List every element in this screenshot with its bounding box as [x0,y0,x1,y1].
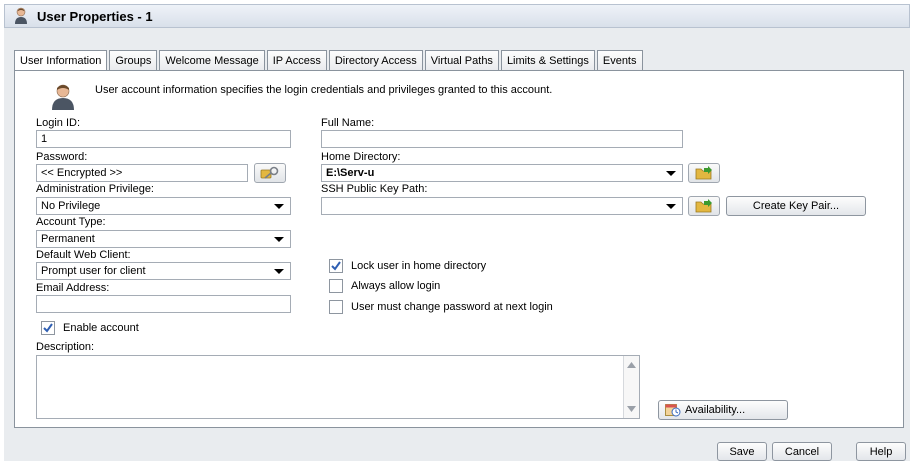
login-id-label: Login ID: [36,117,81,129]
ssh-key-path-label: SSH Public Key Path: [321,183,428,195]
admin-privilege-select[interactable]: No Privilege [36,197,291,215]
create-key-pair-button[interactable]: Create Key Pair... [726,196,866,216]
must-change-password-row[interactable]: User must change password at next login [329,300,553,314]
lock-home-checkbox[interactable] [329,259,343,273]
tab-groups[interactable]: Groups [109,50,158,71]
tab-welcome-message[interactable]: Welcome Message [159,50,265,71]
always-allow-label: Always allow login [351,280,441,292]
web-client-select[interactable]: Prompt user for client [36,262,291,280]
description-scrollbar[interactable] [623,356,639,418]
tab-strip: User Information Groups Welcome Message … [14,50,645,72]
web-client-label: Default Web Client: [36,249,131,261]
email-input[interactable] [36,295,291,313]
home-directory-label: Home Directory: [321,151,401,163]
admin-privilege-value: No Privilege [41,200,101,212]
chevron-down-icon [666,171,676,176]
full-name-label: Full Name: [321,117,375,129]
chevron-down-icon [274,269,284,274]
login-id-input[interactable] [36,130,291,148]
home-directory-select[interactable]: E:\Serv-u [321,164,683,182]
scroll-down-icon[interactable] [627,406,636,412]
enable-account-label: Enable account [63,322,139,334]
user-icon [52,84,74,110]
user-icon [15,7,27,24]
tab-ip-access[interactable]: IP Access [266,50,327,71]
browse-home-directory-button[interactable] [688,163,720,183]
always-allow-checkbox[interactable] [329,279,343,293]
scroll-up-icon[interactable] [627,362,636,368]
admin-privilege-label: Administration Privilege: [36,183,154,195]
email-label: Email Address: [36,282,110,294]
title-bar: User Properties - 1 [4,4,910,28]
folder-icon [695,199,712,213]
ssh-key-path-select[interactable] [321,197,683,215]
info-text: User account information specifies the l… [95,84,553,96]
save-button[interactable]: Save [717,442,767,461]
account-type-label: Account Type: [36,216,106,228]
must-change-password-label: User must change password at next login [351,301,553,313]
home-directory-value: E:\Serv-u [326,167,375,179]
password-label: Password: [36,151,88,163]
checkmark-icon [43,323,53,333]
chevron-down-icon [274,204,284,209]
browse-ssh-key-button[interactable] [688,196,720,216]
password-input[interactable] [36,164,248,182]
availability-button[interactable]: Availability... [658,400,788,420]
account-type-value: Permanent [41,233,95,245]
chevron-down-icon [274,237,284,242]
generate-password-button[interactable] [254,163,286,183]
help-button[interactable]: Help [856,442,906,461]
enable-account-row[interactable]: Enable account [41,321,139,335]
always-allow-row[interactable]: Always allow login [329,279,440,293]
description-label: Description: [36,341,95,353]
calendar-clock-icon [665,404,681,417]
tab-directory-access[interactable]: Directory Access [328,50,423,71]
must-change-password-checkbox[interactable] [329,300,343,314]
folder-icon [695,166,712,180]
web-client-value: Prompt user for client [41,265,146,277]
full-name-input[interactable] [321,130,683,148]
tab-limits-settings[interactable]: Limits & Settings [500,50,595,71]
description-textarea[interactable] [36,355,640,419]
window-title: User Properties - 1 [37,8,153,24]
user-information-panel: User account information specifies the l… [14,70,904,428]
enable-account-checkbox[interactable] [41,321,55,335]
tab-events[interactable]: Events [596,50,643,71]
availability-label: Availability... [685,404,746,416]
tab-user-information[interactable]: User Information [14,50,108,72]
lock-home-row[interactable]: Lock user in home directory [329,259,486,273]
cancel-button[interactable]: Cancel [772,442,832,461]
tab-virtual-paths[interactable]: Virtual Paths [424,50,499,71]
checkmark-icon [331,261,341,271]
key-icon [260,166,279,179]
account-type-select[interactable]: Permanent [36,230,291,248]
chevron-down-icon [666,204,676,209]
lock-home-label: Lock user in home directory [351,260,487,272]
